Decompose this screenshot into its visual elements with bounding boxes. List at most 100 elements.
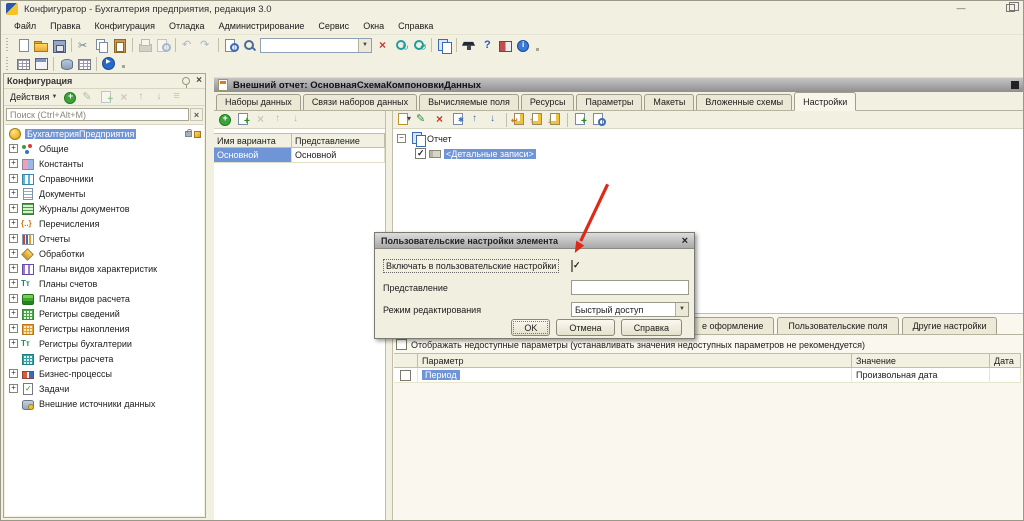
find-next-icon[interactable]: [393, 38, 409, 53]
menu-debug[interactable]: Отладка: [162, 19, 212, 33]
report-arrow-back-icon[interactable]: [511, 112, 527, 127]
parameter-row[interactable]: Период Произвольная дата: [394, 368, 1021, 383]
new-document-icon[interactable]: [15, 38, 31, 53]
expand-icon[interactable]: +: [9, 324, 18, 333]
database-icon[interactable]: [58, 56, 74, 71]
move-settings-down-icon[interactable]: [486, 112, 502, 127]
global-search-icon[interactable]: [223, 38, 239, 53]
cancel-button[interactable]: Отмена: [556, 319, 614, 336]
parameter-name[interactable]: Период: [422, 370, 460, 380]
tree-item-enumerations[interactable]: +Перечисления: [5, 216, 204, 231]
tree-item-charts-of-characteristic-types[interactable]: +Планы видов характеристик: [5, 261, 204, 276]
expand-icon[interactable]: +: [9, 264, 18, 273]
params-col-parameter[interactable]: Параметр: [418, 353, 852, 368]
menu-help[interactable]: Справка: [391, 19, 440, 33]
settings-wizard-icon[interactable]: [450, 112, 466, 127]
expand-icon[interactable]: +: [9, 159, 18, 168]
clear-search-icon[interactable]: [375, 38, 391, 53]
expand-icon[interactable]: +: [9, 219, 18, 228]
expand-icon[interactable]: +: [9, 249, 18, 258]
compare-configurations-icon[interactable]: [436, 38, 452, 53]
delete-settings-item-icon[interactable]: [432, 112, 448, 127]
cut-icon[interactable]: [76, 38, 92, 53]
grid-window-icon[interactable]: [15, 56, 31, 71]
collapse-icon[interactable]: −: [397, 134, 406, 143]
open-icon[interactable]: [33, 38, 49, 53]
expand-icon[interactable]: +: [9, 309, 18, 318]
find-report-item-icon[interactable]: [590, 112, 606, 127]
variants-col-name[interactable]: Имя варианта: [214, 133, 292, 148]
tree-item-documents[interactable]: +Документы: [5, 186, 204, 201]
variant-row[interactable]: Основной Основной: [214, 148, 385, 163]
tree-item-accumulation-registers[interactable]: +Регистры накопления: [5, 321, 204, 336]
report-arrow-down-icon[interactable]: [547, 112, 563, 127]
add-icon[interactable]: [62, 90, 78, 105]
help-button[interactable]: Справка: [621, 319, 682, 336]
tree-item-charts-of-accounts[interactable]: +Планы счетов: [5, 276, 204, 291]
expand-icon[interactable]: +: [9, 234, 18, 243]
tree-item-external-data-sources[interactable]: Внешние источники данных: [5, 396, 204, 411]
actions-menu-button[interactable]: Действия ▼: [6, 91, 61, 103]
tree-item-reports[interactable]: +Отчеты: [5, 231, 204, 246]
tree-item-data-processors[interactable]: +Обработки: [5, 246, 204, 261]
params-col-value[interactable]: Значение: [852, 353, 990, 368]
tab-параметры[interactable]: Параметры: [576, 94, 642, 110]
variant-name-cell[interactable]: Основной: [214, 148, 292, 163]
expand-icon[interactable]: +: [9, 294, 18, 303]
expand-icon[interactable]: +: [9, 189, 18, 198]
tree-item-information-registers[interactable]: +Регистры сведений: [5, 306, 204, 321]
add-settings-item-icon[interactable]: [396, 112, 412, 127]
tree-item-configuration-root[interactable]: БухгалтерияПредприятия: [5, 126, 204, 141]
about-info-icon[interactable]: [515, 38, 531, 53]
chevron-down-icon[interactable]: ▼: [358, 39, 371, 52]
expand-icon[interactable]: +: [9, 144, 18, 153]
tree-item-common[interactable]: +Общие: [5, 141, 204, 156]
form-window-icon[interactable]: [33, 56, 49, 71]
expand-icon[interactable]: +: [9, 279, 18, 288]
chevron-down-icon[interactable]: ▼: [675, 303, 688, 316]
edit-mode-select[interactable]: Быстрый доступ ▼: [571, 302, 689, 317]
menu-windows[interactable]: Окна: [356, 19, 391, 33]
tab-вычисляемые-поля[interactable]: Вычисляемые поля: [419, 94, 519, 110]
tree-item-document-journals[interactable]: +Журналы документов: [5, 201, 204, 216]
copy-icon[interactable]: [94, 38, 110, 53]
save-icon[interactable]: [51, 38, 67, 53]
expand-icon[interactable]: +: [9, 174, 18, 183]
settings-root-row[interactable]: − Отчет: [397, 131, 1023, 146]
parameter-date[interactable]: [990, 368, 1021, 383]
minimize-button[interactable]: —: [954, 2, 968, 14]
document-window-menu-icon[interactable]: [1011, 81, 1019, 89]
close-panel-icon[interactable]: ×: [196, 77, 202, 85]
variant-presentation-cell[interactable]: Основной: [292, 148, 385, 163]
tree-item-charts-of-calculation-types[interactable]: +Планы видов расчета: [5, 291, 204, 306]
parameter-value[interactable]: Произвольная дата: [852, 368, 990, 383]
tree-item-business-processes[interactable]: +Бизнес-процессы: [5, 366, 204, 381]
include-in-user-settings-checkbox[interactable]: [571, 260, 573, 272]
add-variant-icon[interactable]: [217, 112, 233, 127]
menu-service[interactable]: Сервис: [311, 19, 356, 33]
show-unavailable-checkbox[interactable]: [396, 339, 407, 350]
syntax-check-icon[interactable]: [461, 38, 477, 53]
tab-наборы-данных[interactable]: Наборы данных: [216, 94, 301, 110]
menu-edit[interactable]: Правка: [43, 19, 87, 33]
report-arrow-up-icon[interactable]: [529, 112, 545, 127]
expand-icon[interactable]: +: [9, 204, 18, 213]
add-variant-copy-icon[interactable]: [235, 112, 251, 127]
tree-item-accounting-registers[interactable]: +Регистры бухгалтерии: [5, 336, 204, 351]
table-check-icon[interactable]: [76, 56, 92, 71]
settings-child-row[interactable]: <Детальные записи>: [397, 146, 1023, 161]
tree-item-catalogs[interactable]: +Справочники: [5, 171, 204, 186]
expand-icon[interactable]: +: [9, 384, 18, 393]
tab-связи-наборов-данных[interactable]: Связи наборов данных: [303, 94, 417, 110]
restore-button[interactable]: [1006, 4, 1015, 12]
menu-configuration[interactable]: Конфигурация: [88, 19, 162, 33]
params-col-date[interactable]: Дата: [990, 353, 1021, 368]
tree-item-calculation-registers[interactable]: Регистры расчета: [5, 351, 204, 366]
clear-search-icon[interactable]: ×: [190, 108, 203, 121]
menu-administration[interactable]: Администрирование: [212, 19, 312, 33]
tree-item-tasks[interactable]: +Задачи: [5, 381, 204, 396]
search-input[interactable]: Поиск (Ctrl+Alt+M): [6, 108, 189, 121]
search-icon[interactable]: [241, 38, 257, 53]
search-combobox[interactable]: ▼: [260, 38, 372, 53]
variants-col-presentation[interactable]: Представление: [292, 133, 385, 148]
